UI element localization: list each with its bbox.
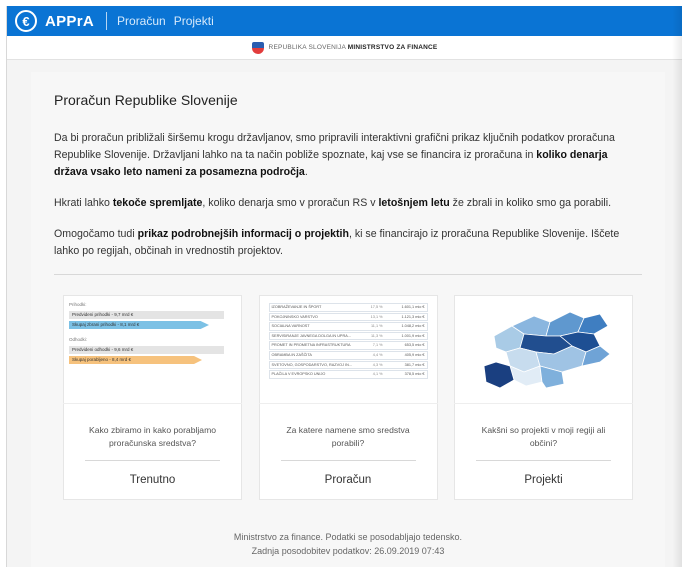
p2-text-d: letošnjem letu [378,197,450,209]
p3-text-b: prikaz podrobnejših informacij o projekt… [137,228,349,240]
card-title[interactable]: Projekti [524,474,562,486]
budget-row: IZOBRAŽEVANJE IN ŠPORT 17,5 % 1.601,1 mio … [268,303,428,312]
page-footer: Ministrstvo za finance. Podatki se posod… [54,530,642,558]
expense-spent-bar: Skupaj porabljeno - 8,4 mrd € [69,356,202,364]
main-content: Proračun Republike Slovenije Da bi prora… [31,72,665,567]
budget-row-value: 653,5 mio € [404,343,425,348]
thumb-current-status: Prihodki: Predvideni prihodki - 9,7 mrd … [63,296,242,404]
budget-row-pct: 4,1 % [372,372,383,377]
card-trenutno[interactable]: Prihodki: Predvideni prihodki - 9,7 mrd … [63,295,242,500]
government-header: REPUBLIKA SLOVENIJA MINISTRSTVO ZA FINAN… [7,36,682,60]
budget-row: OBRAMBA IN ZAŠČITA 4,4 % 405,9 mio € [268,350,428,360]
budget-row-name: SOCIALNA VARNOST [271,324,310,329]
budget-row-pct: 4,3 % [372,362,383,367]
card-divider [85,460,220,461]
card-question: Kakšni so projekti v moji regiji ali obč… [481,425,606,448]
budget-row: PLAČILA V EVROPSKO UNIJO 4,1 % 378,5 mio € [268,370,428,379]
nav-link-projekti[interactable]: Projekti [174,14,214,28]
budget-row: SVETOVNO, GOSPODARSTVO, RAZVOJ IN... 4,3 … [268,360,428,370]
budget-row-value: 1.001,9 mio € [401,333,425,338]
card-question: Za katere namene smo sredstva porabili? [286,425,410,448]
budget-row-name: SERVISIRANJE JAVNEGA DOLGA IN UPRA... [271,333,351,338]
brand-link[interactable]: APPrA [45,13,94,30]
nav-link-proracun[interactable]: Proračun [117,14,166,28]
footer-note: Ministrstvo za finance. Podatki se posod… [233,532,463,542]
budget-row-name: PROMET IN PROMETNA INFRASTRUKTURA [271,343,351,348]
p2-text-b: tekoče spremljate [112,197,203,209]
budget-row: SOCIALNA VARNOST 11,1 % 1.048,2 mio € [268,322,428,331]
card-row: Prihodki: Predvideni prihodki - 9,7 mrd … [54,295,642,500]
slovenia-region-map [483,311,611,389]
card-title[interactable]: Proračun [325,474,372,486]
budget-row-pct: 11,3 % [370,333,383,338]
p2-text-a: Hkrati lahko [54,197,113,209]
card-divider [476,460,611,461]
card-proracun[interactable]: IZOBRAŽEVANJE IN ŠPORT 17,5 % 1.601,1 mio … [258,295,438,500]
budget-row-value: 1.601,1 mio € [401,305,425,309]
p1-text-a: Da bi proračun približali širšemu krogu … [54,132,615,161]
budget-row-name: IZOBRAŽEVANJE IN ŠPORT [271,305,322,309]
intro-paragraph-1: Da bi proračun približali širšemu krogu … [54,130,642,181]
budget-row-value: 1.121,3 mio € [401,314,425,319]
app-window: € APPrA Proračun Projekti REPUBLIKA SLOV… [6,6,682,567]
expense-label: Odhodki: [69,337,88,342]
section-divider [54,274,642,275]
top-navbar: € APPrA Proračun Projekti [7,6,682,36]
card-title[interactable]: Trenutno [130,474,176,486]
budget-row-name: POKOJNINSKO VARSTVO [271,314,318,319]
coat-of-arms-icon [251,41,264,54]
nav-divider [106,12,108,30]
thumb-budget-table: IZOBRAŽEVANJE IN ŠPORT 17,5 % 1.601,1 mio … [258,296,438,404]
expense-planned-bar: Predvideni odhodki - 9,6 mrd € [69,346,224,354]
budget-row: SERVISIRANJE JAVNEGA DOLGA IN UPRA... 11,… [268,331,428,341]
budget-row-pct: 13,1 % [370,314,383,319]
map-region [483,361,515,389]
budget-row-pct: 11,1 % [370,324,383,329]
budget-row-name: SVETOVNO, GOSPODARSTVO, RAZVOJ IN... [271,362,353,367]
footer-last-update: Zadnja posodobitev podatkov: 26.09.2019 … [251,546,445,556]
budget-row-value: 405,9 mio € [404,352,425,357]
budget-row-value: 1.048,2 mio € [401,324,425,329]
card-question: Kako zbiramo in kako porabljamo proračun… [88,425,217,448]
budget-row-value: 378,5 mio € [404,372,425,377]
budget-row-pct: 17,5 % [370,305,383,309]
ministry-name: REPUBLIKA SLOVENIJA MINISTRSTVO ZA FINAN… [269,44,438,51]
budget-row: PROMET IN PROMETNA INFRASTRUKTURA 7,1 % 65… [268,341,428,350]
income-planned-bar: Predvideni prihodki - 9,7 mrd € [69,311,224,319]
budget-row-name: OBRAMBA IN ZAŠČITA [271,352,312,357]
p2-text-c: , koliko denarja smo v proračun RS v [202,197,379,209]
euro-logo-icon[interactable]: € [15,10,37,32]
thumb-region-map [454,296,633,404]
p2-text-e: že zbrali in koliko smo ga porabili. [449,197,612,209]
card-divider [280,460,416,461]
budget-row-value: 381,7 mio € [404,362,425,367]
page-title: Proračun Republike Slovenije [54,92,238,108]
p3-text-a: Omogočamo tudi [54,228,138,240]
card-projekti[interactable]: Kakšni so projekti v moji regiji ali obč… [454,295,633,500]
budget-row-pct: 7,1 % [372,343,383,348]
intro-paragraph-2: Hkrati lahko tekoče spremljate, koliko d… [54,195,642,212]
intro-paragraph-3: Omogočamo tudi prikaz podrobnejših infor… [54,226,642,260]
budget-row: POKOJNINSKO VARSTVO 13,1 % 1.121,3 mio € [268,312,428,322]
income-label: Prihodki: [69,302,87,307]
budget-row-pct: 4,4 % [372,352,383,357]
budget-row-name: PLAČILA V EVROPSKO UNIJO [271,372,326,377]
ministry-prefix: REPUBLIKA SLOVENIJA [268,44,346,51]
p1-text-c: . [304,166,308,178]
ministry-title: MINISTRSTVO ZA FINANCE [347,44,438,51]
income-collected-bar: Skupaj zbrani prihodki - 8,1 mrd € [69,321,209,329]
